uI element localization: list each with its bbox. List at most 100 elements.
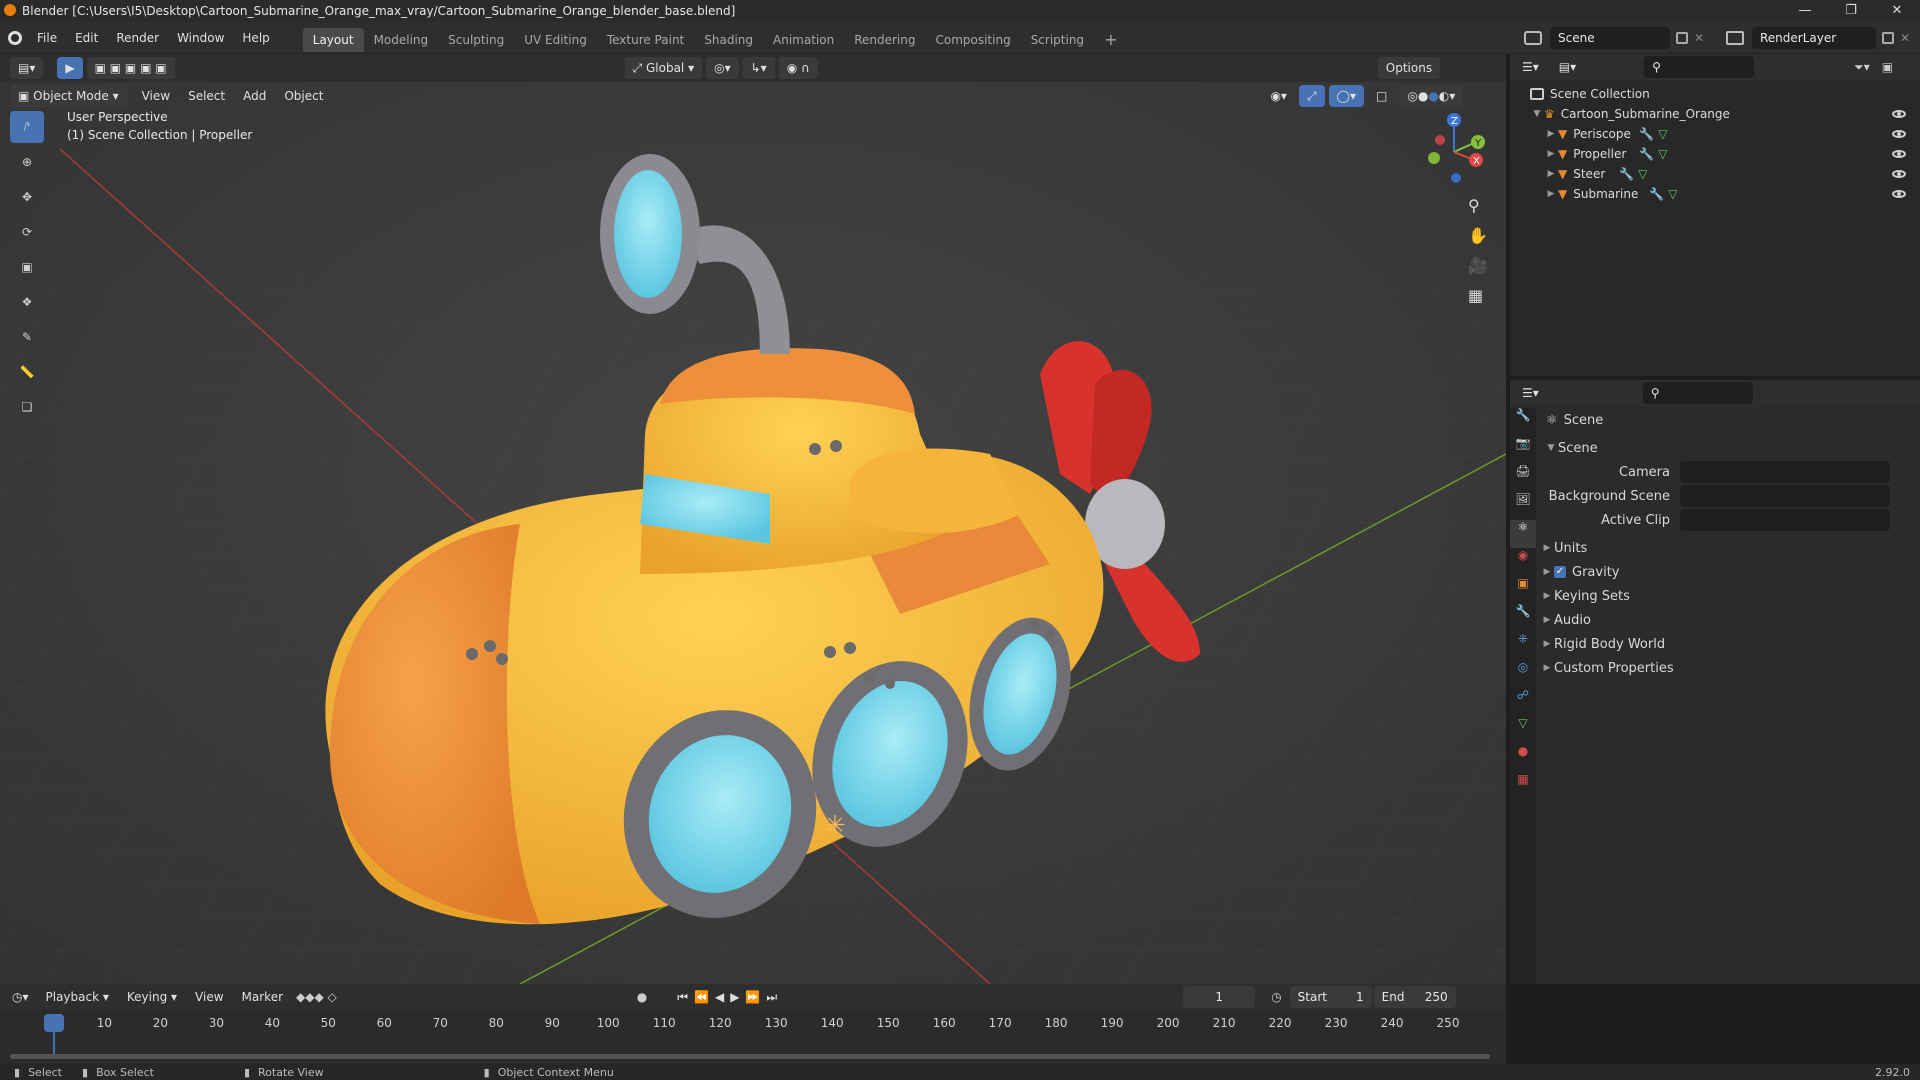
menu-window[interactable]: Window (168, 27, 233, 49)
3d-viewport[interactable]: ✳ (0, 54, 1506, 984)
cursor-tool-icon[interactable]: ⊕ (10, 146, 44, 178)
scale-tool-icon[interactable]: ▣ (10, 251, 44, 283)
delete-layer-icon[interactable]: ✕ (1900, 31, 1910, 45)
annotate-tool-icon[interactable]: ✎ (10, 321, 44, 353)
timeline-scrollbar[interactable] (10, 1054, 1490, 1059)
blender-menu-icon[interactable] (8, 30, 22, 45)
properties-search-input[interactable]: ⚲ (1642, 382, 1753, 404)
camera-field[interactable] (1680, 461, 1890, 483)
tree-item-periscope[interactable]: ▶ ▼ Periscope 🔧 ▽ (1510, 124, 1920, 144)
shading-mode-buttons[interactable]: ◎●●◐▾ (1399, 85, 1464, 107)
pivot-button[interactable]: ◎▾ (706, 57, 739, 79)
object-mode-selector[interactable]: ▣ Object Mode ▾ (10, 85, 127, 107)
expand-icon[interactable]: ▼ (1530, 109, 1544, 119)
select-mode-buttons[interactable]: ▣ ▣ ▣ ▣ ▣ (86, 57, 175, 79)
tab-animation[interactable]: Animation (763, 28, 844, 52)
eye-icon[interactable] (1892, 110, 1906, 118)
section-gravity[interactable]: ▶ ✓ Gravity (1540, 560, 1916, 584)
options-button[interactable]: Options (1377, 57, 1441, 79)
camera-view-icon[interactable]: 🎥 (1468, 256, 1494, 286)
pan-hand-icon[interactable]: ✋ (1468, 226, 1494, 256)
vp-menu-view[interactable]: View (133, 85, 179, 107)
tab-uv-editing[interactable]: UV Editing (514, 28, 597, 52)
view-layer-tab-icon[interactable]: 🖼 (1510, 492, 1536, 520)
visibility-filter-icon[interactable]: ◉▾ (1262, 85, 1295, 107)
eye-icon[interactable] (1892, 150, 1906, 158)
menu-edit[interactable]: Edit (66, 27, 107, 49)
filter-icon[interactable]: ⏷▾ (1854, 60, 1870, 75)
select-tool-mode[interactable]: ▶ (57, 57, 83, 79)
maximize-button[interactable]: ❐ (1828, 0, 1874, 22)
delete-scene-icon[interactable]: ✕ (1694, 31, 1704, 45)
select-box-tool-icon[interactable]: ⭚ (10, 111, 44, 143)
transform-orientation[interactable]: ⤢ Global ▾ (624, 57, 703, 79)
transform-tool-icon[interactable]: ❖ (10, 286, 44, 318)
rotate-tool-icon[interactable]: ⟳ (10, 216, 44, 248)
scene-selector[interactable]: Scene (1550, 27, 1670, 49)
constraints-tab-icon[interactable]: ☍ (1510, 688, 1536, 716)
new-layer-icon[interactable] (1882, 32, 1894, 44)
outliner-editor-icon[interactable]: ☰▾ (1514, 56, 1547, 78)
tool-tab-icon[interactable]: 🔧 (1510, 408, 1536, 436)
tab-scripting[interactable]: Scripting (1021, 28, 1094, 52)
ortho-grid-icon[interactable]: ▦ (1468, 286, 1494, 316)
object-tab-icon[interactable]: ▣ (1510, 576, 1536, 604)
scene-panel-header[interactable]: ▼ Scene (1540, 436, 1916, 460)
section-keying-sets[interactable]: ▶ Keying Sets (1540, 584, 1916, 608)
scene-icon[interactable] (1524, 31, 1542, 45)
add-workspace-button[interactable]: + (1094, 28, 1127, 52)
menu-help[interactable]: Help (233, 27, 278, 49)
data-tab-icon[interactable]: ▽ (1510, 716, 1536, 744)
modifier-tab-icon[interactable]: 🔧 (1510, 604, 1536, 632)
frame-ruler[interactable]: 1102030405060708090100110120130140150160… (0, 984, 1506, 1038)
measure-tool-icon[interactable]: 📏 (10, 356, 44, 388)
section-units[interactable]: ▶ Units (1540, 536, 1916, 560)
xray-toggle-icon[interactable]: □ (1368, 85, 1395, 107)
vp-menu-add[interactable]: Add (234, 85, 275, 107)
tab-modeling[interactable]: Modeling (364, 28, 439, 52)
section-custom-properties[interactable]: ▶ Custom Properties (1540, 656, 1916, 680)
output-tab-icon[interactable]: 🖨 (1510, 464, 1536, 492)
background-scene-field[interactable] (1680, 485, 1890, 507)
scene-tab-icon[interactable]: ⚛ (1510, 520, 1536, 548)
tab-texture-paint[interactable]: Texture Paint (597, 28, 694, 52)
section-rigid-body[interactable]: ▶ Rigid Body World (1540, 632, 1916, 656)
overlay-toggle-icon[interactable]: ◯▾ (1328, 85, 1364, 107)
minimize-button[interactable]: — (1782, 0, 1828, 22)
texture-tab-icon[interactable]: ▦ (1510, 772, 1536, 800)
properties-editor-icon[interactable]: ☰▾ (1514, 382, 1547, 404)
tree-item-submarine[interactable]: ▶ ▼ Submarine 🔧 ▽ (1510, 184, 1920, 204)
new-collection-icon[interactable]: ▣ (1882, 60, 1893, 74)
vp-menu-select[interactable]: Select (179, 85, 234, 107)
render-layer-selector[interactable]: RenderLayer (1752, 27, 1876, 49)
add-cube-tool-icon[interactable]: ❏ (10, 391, 44, 423)
tab-shading[interactable]: Shading (694, 28, 763, 52)
world-tab-icon[interactable]: ◉ (1510, 548, 1536, 576)
outliner-search-input[interactable]: ⚲ (1644, 56, 1755, 78)
tab-compositing[interactable]: Compositing (925, 28, 1020, 52)
material-tab-icon[interactable]: ● (1510, 744, 1536, 772)
gizmo-toggle-icon[interactable]: ⤢ (1298, 85, 1325, 107)
eye-icon[interactable] (1892, 190, 1906, 198)
display-mode-icon[interactable]: ▤▾ (1551, 56, 1584, 78)
menu-file[interactable]: File (28, 27, 66, 49)
section-audio[interactable]: ▶ Audio (1540, 608, 1916, 632)
tab-rendering[interactable]: Rendering (844, 28, 925, 52)
particles-tab-icon[interactable]: ⁜ (1510, 632, 1536, 660)
tree-item-propeller[interactable]: ▶ ▼ Propeller 🔧 ▽ (1510, 144, 1920, 164)
close-button[interactable]: ✕ (1874, 0, 1920, 22)
navigation-gizmo[interactable]: Z Y X (1420, 112, 1492, 192)
vp-menu-object[interactable]: Object (275, 85, 332, 107)
render-tab-icon[interactable]: 📷 (1510, 436, 1536, 464)
render-layer-icon[interactable] (1726, 31, 1744, 45)
tab-sculpting[interactable]: Sculpting (438, 28, 514, 52)
tree-collection[interactable]: ▼ ♛ Cartoon_Submarine_Orange (1510, 104, 1920, 124)
editor-type-button[interactable]: ▤▾ (10, 57, 44, 79)
playhead[interactable] (44, 1014, 64, 1032)
snap-button[interactable]: ↳▾ (742, 57, 775, 79)
zoom-icon[interactable]: ⚲ (1468, 196, 1494, 226)
physics-tab-icon[interactable]: ◎ (1510, 660, 1536, 688)
tree-item-steer[interactable]: ▶ ▼ Steer 🔧 ▽ (1510, 164, 1920, 184)
new-scene-icon[interactable] (1676, 32, 1688, 44)
proportional-edit-button[interactable]: ◉ ∩ (778, 57, 818, 79)
